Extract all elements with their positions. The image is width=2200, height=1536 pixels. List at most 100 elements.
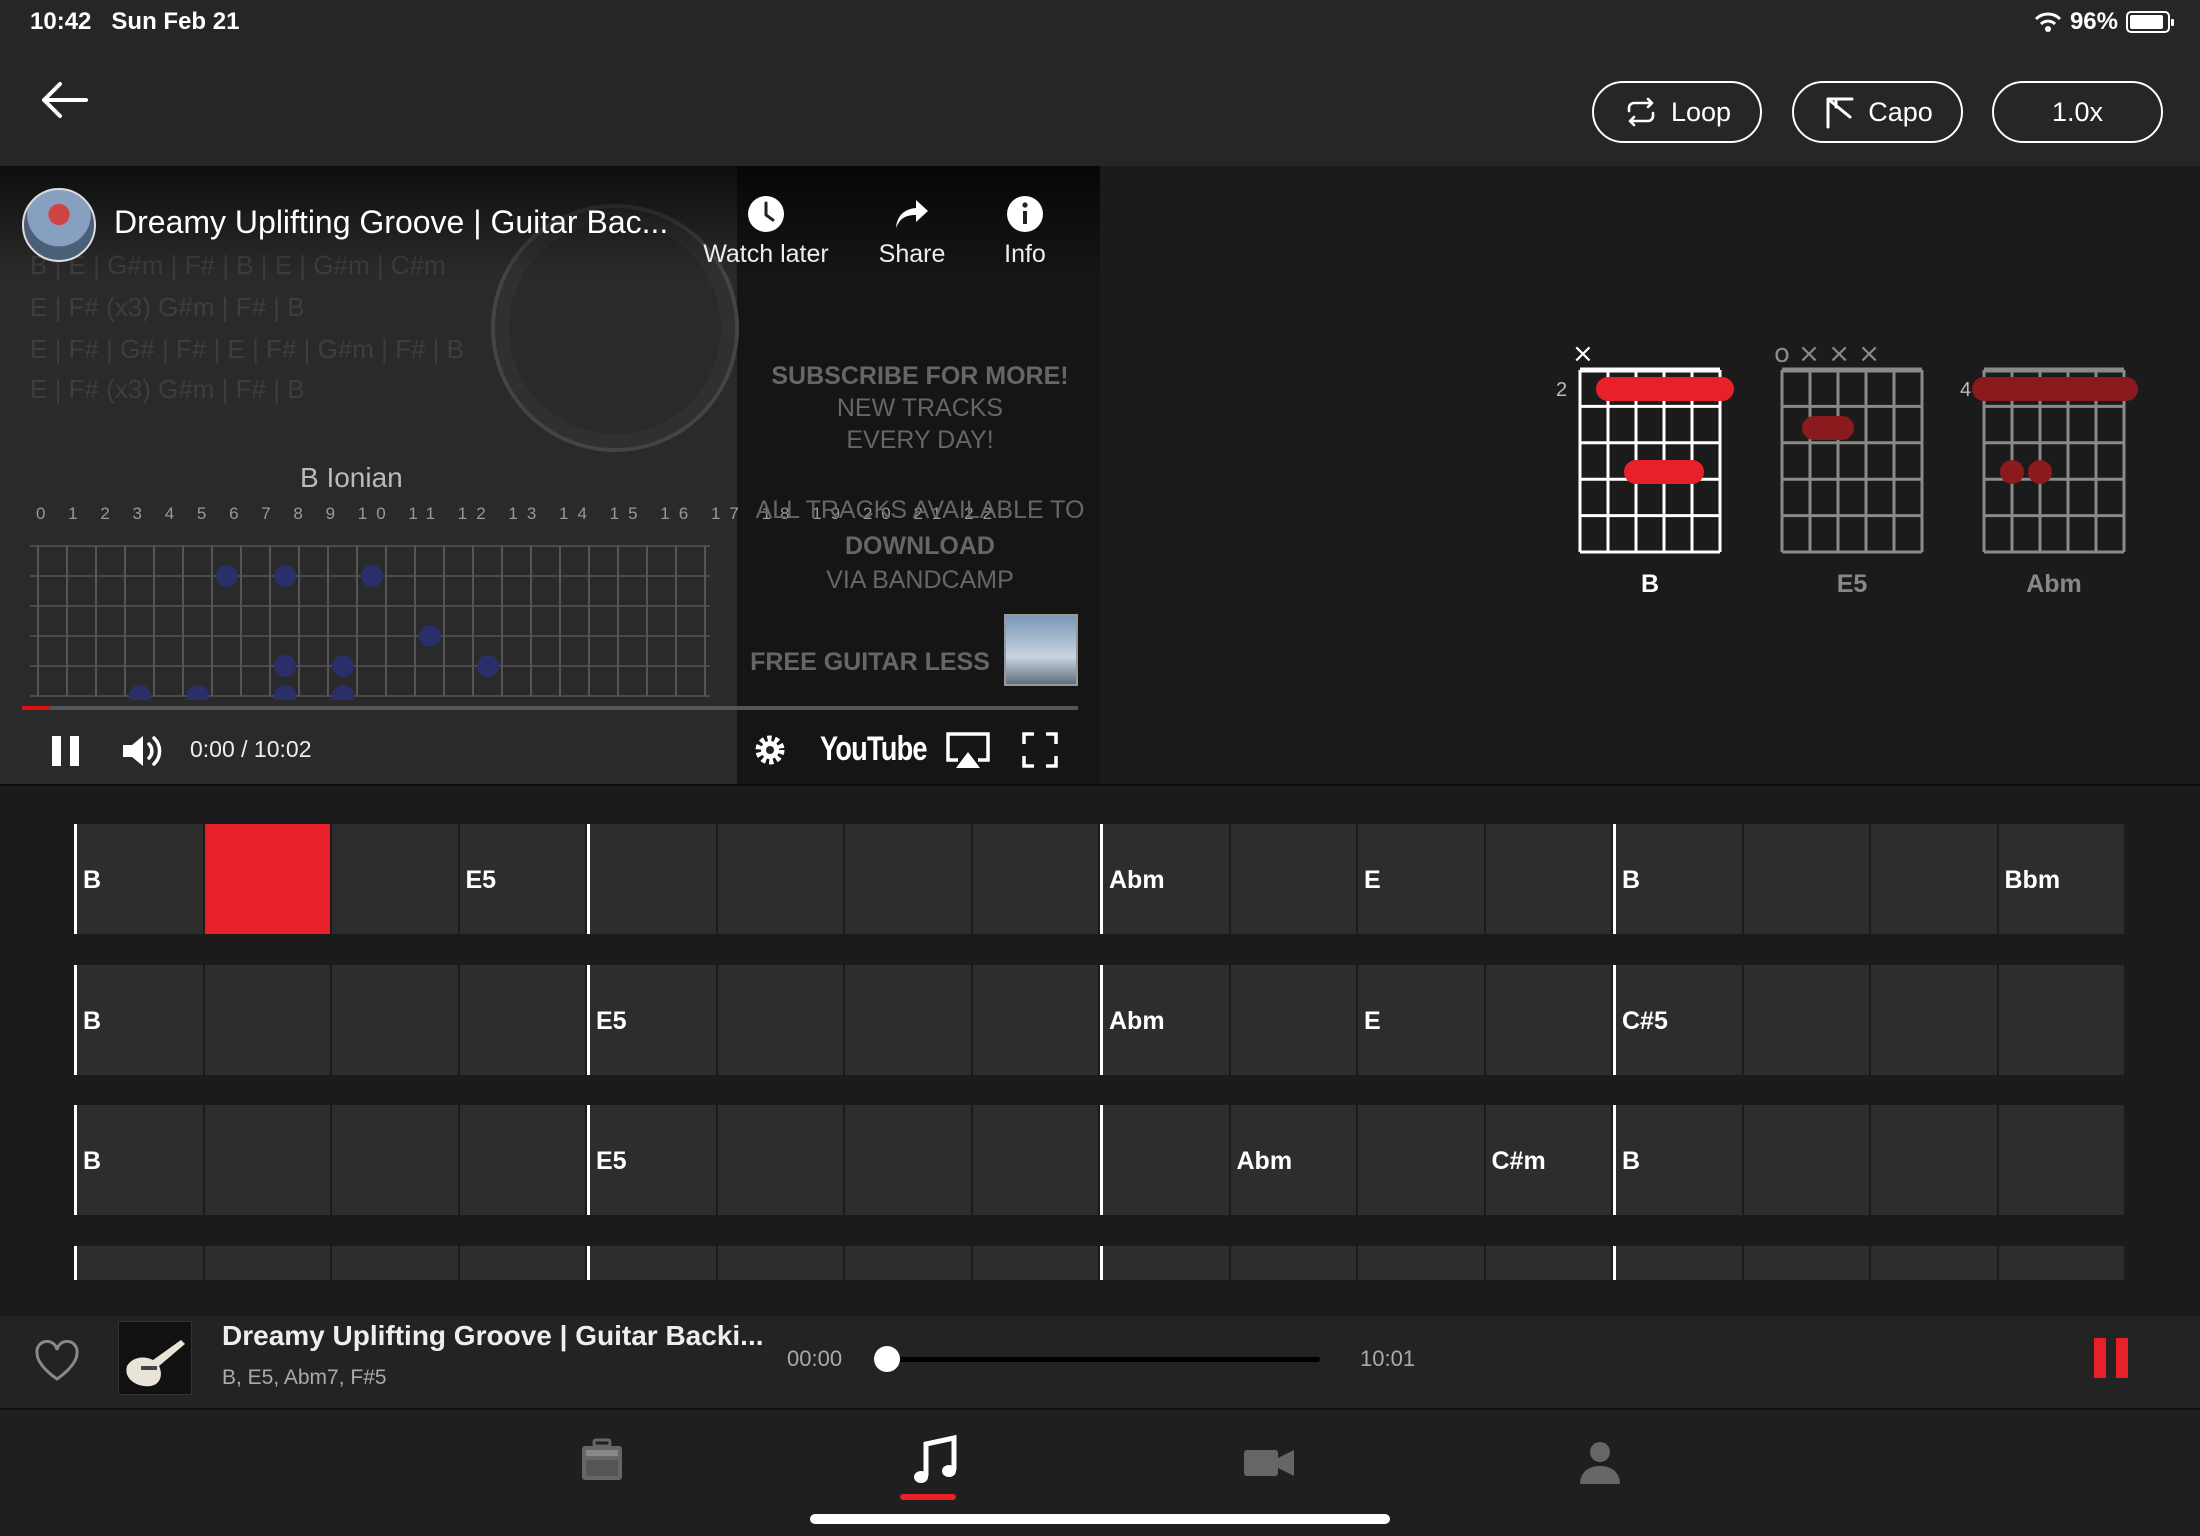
tab-video[interactable] xyxy=(1240,1432,1300,1492)
chord-cell[interactable]: B xyxy=(1613,1105,1744,1215)
chord-cell[interactable] xyxy=(717,965,845,1075)
chord-cell[interactable] xyxy=(717,824,845,934)
chord-cell-current[interactable] xyxy=(204,824,332,934)
chord-cell[interactable] xyxy=(1230,965,1358,1075)
settings-gear-icon[interactable] xyxy=(752,732,788,768)
info-icon xyxy=(1007,196,1043,232)
chord-cell[interactable]: B xyxy=(1613,824,1744,934)
youtube-player[interactable]: B | E | G#m | F# | B | E | G#m | C#m E |… xyxy=(0,166,1100,784)
chord-cell[interactable] xyxy=(972,824,1100,934)
capo-button[interactable]: Capo xyxy=(1792,81,1963,143)
info-button[interactable]: Info xyxy=(990,194,1060,269)
chord-cell[interactable] xyxy=(1871,965,1999,1075)
status-time: 10:42 Sun Feb 21 xyxy=(30,8,240,35)
chord-cell[interactable] xyxy=(845,965,973,1075)
chord-finger-dot xyxy=(2000,460,2024,484)
chord-cell[interactable] xyxy=(1100,1246,1231,1280)
fullscreen-icon[interactable] xyxy=(1022,732,1058,768)
chord-cell[interactable] xyxy=(1871,1246,1999,1280)
chord-cell[interactable] xyxy=(1485,824,1613,934)
tab-music[interactable] xyxy=(900,1432,966,1500)
chord-cell[interactable]: C#5 xyxy=(1613,965,1744,1075)
youtube-logo[interactable]: YouTube xyxy=(820,730,928,769)
chord-cell[interactable] xyxy=(717,1246,845,1280)
chord-cell[interactable] xyxy=(1743,824,1871,934)
chord-label: B xyxy=(83,866,102,894)
chord-cell[interactable] xyxy=(717,1105,845,1215)
chord-cell[interactable] xyxy=(1871,1105,1999,1215)
chord-cell[interactable] xyxy=(332,1105,460,1215)
tab-amp[interactable] xyxy=(572,1432,632,1492)
chord-cell[interactable] xyxy=(587,824,718,934)
chord-cell[interactable] xyxy=(1998,1105,2126,1215)
airplay-icon[interactable] xyxy=(944,730,992,770)
chord-cell[interactable] xyxy=(204,965,332,1075)
chord-cell[interactable] xyxy=(332,1246,460,1280)
chord-cell[interactable] xyxy=(204,1105,332,1215)
loop-button[interactable]: Loop xyxy=(1592,81,1762,143)
chord-cell[interactable] xyxy=(459,1246,587,1280)
chord-cell[interactable] xyxy=(972,965,1100,1075)
suggested-video-thumbnail[interactable] xyxy=(1004,614,1078,686)
chord-cell[interactable] xyxy=(972,1105,1100,1215)
video-progress-bar[interactable] xyxy=(22,706,1078,710)
mini-player[interactable]: Dreamy Uplifting Groove | Guitar Backi..… xyxy=(0,1316,2200,1408)
chord-cell[interactable] xyxy=(845,1246,973,1280)
chord-cell[interactable] xyxy=(845,1105,973,1215)
chord-cell[interactable] xyxy=(845,824,973,934)
chord-cell[interactable]: Abm xyxy=(1230,1105,1358,1215)
chord-cell[interactable] xyxy=(1998,1246,2126,1280)
video-title[interactable]: Dreamy Uplifting Groove | Guitar Bac... xyxy=(114,204,668,241)
pause-icon[interactable] xyxy=(2092,1336,2132,1380)
chord-cell[interactable] xyxy=(74,1246,205,1280)
chord-cell[interactable]: B xyxy=(74,965,205,1075)
chord-cell[interactable] xyxy=(1998,965,2126,1075)
pause-icon[interactable] xyxy=(50,734,82,768)
tab-profile[interactable] xyxy=(1570,1432,1630,1492)
chord-cell[interactable]: B xyxy=(74,824,205,934)
share-button[interactable]: Share xyxy=(872,194,952,269)
scale-note-dot xyxy=(361,565,383,587)
chord-cell[interactable]: B xyxy=(74,1105,205,1215)
chord-cell[interactable] xyxy=(1743,1105,1871,1215)
chord-cell[interactable] xyxy=(1358,1246,1486,1280)
chord-cell[interactable] xyxy=(587,1246,718,1280)
chord-cell[interactable]: Bbm xyxy=(1998,824,2126,934)
chord-cell[interactable] xyxy=(1743,1246,1871,1280)
chord-cell[interactable] xyxy=(972,1246,1100,1280)
chord-cell[interactable]: E5 xyxy=(459,824,587,934)
volume-icon[interactable] xyxy=(120,732,164,770)
speed-button[interactable]: 1.0x xyxy=(1992,81,2163,143)
video-controls: 0:00 / 10:02 YouTube xyxy=(0,714,1100,784)
chord-cell[interactable]: E5 xyxy=(587,965,718,1075)
chord-cell[interactable] xyxy=(332,824,460,934)
chord-cell[interactable] xyxy=(204,1246,332,1280)
chord-cell[interactable] xyxy=(1485,1246,1613,1280)
back-button[interactable] xyxy=(36,76,92,124)
heart-icon[interactable] xyxy=(34,1340,80,1382)
track-progress-bar[interactable] xyxy=(888,1357,1320,1362)
chord-cell[interactable] xyxy=(1613,1246,1744,1280)
watch-later-button[interactable]: Watch later xyxy=(696,194,836,269)
chord-cell[interactable] xyxy=(1100,1105,1231,1215)
chord-cell[interactable] xyxy=(1871,824,1999,934)
chord-cell[interactable] xyxy=(1358,1105,1486,1215)
chord-cell[interactable]: Abm xyxy=(1100,824,1231,934)
chord-cell[interactable] xyxy=(1230,824,1358,934)
chord-cell[interactable] xyxy=(1743,965,1871,1075)
track-progress-knob[interactable] xyxy=(874,1346,900,1372)
chord-barre xyxy=(1596,377,1734,401)
chord-cell[interactable] xyxy=(1230,1246,1358,1280)
chord-name: B xyxy=(1640,570,1660,598)
chord-cell[interactable]: E xyxy=(1358,824,1486,934)
chord-cell[interactable] xyxy=(459,965,587,1075)
channel-avatar[interactable] xyxy=(22,188,96,262)
chord-cell[interactable] xyxy=(459,1105,587,1215)
chord-cell[interactable]: Abm xyxy=(1100,965,1231,1075)
chord-cell[interactable]: C#m xyxy=(1485,1105,1613,1215)
chord-cell[interactable]: E5 xyxy=(587,1105,718,1215)
chord-cell[interactable]: E xyxy=(1358,965,1486,1075)
chord-cell[interactable] xyxy=(1485,965,1613,1075)
chord-cell[interactable] xyxy=(332,965,460,1075)
chord-grid[interactable]: B E5 Abm E B Bbm B E5 Abm E C#5 B E5 Abm C#m B xyxy=(0,784,2200,1316)
